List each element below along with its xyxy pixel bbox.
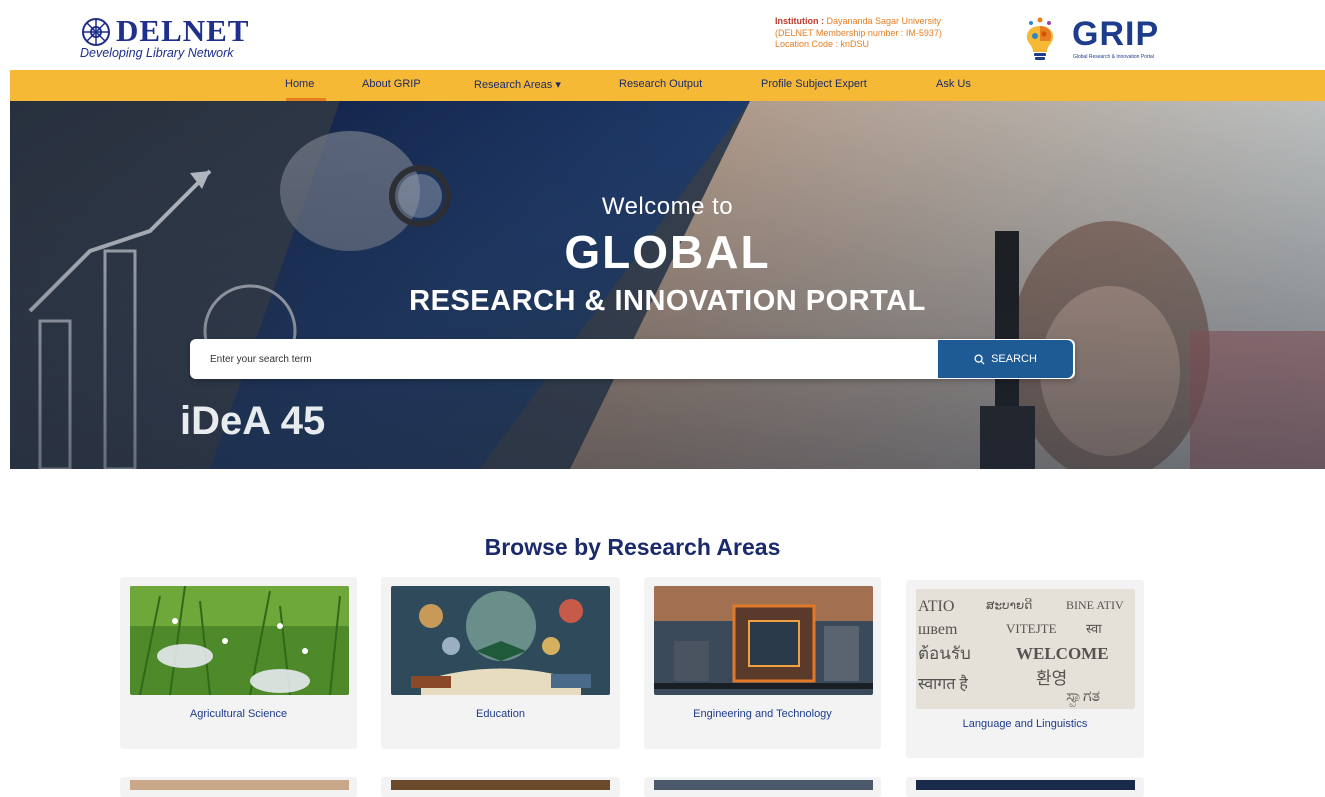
research-area-card-row2-3[interactable] (644, 777, 881, 797)
svg-text:स्वा: स्वा (1086, 621, 1102, 636)
svg-text:ສະບາຍດີ: ສະບາຍດີ (986, 598, 1032, 612)
card-label-engineering: Engineering and Technology (693, 708, 832, 720)
institution-info: Institution : Dayananda Sagar University… (775, 16, 1015, 51)
site-header: DELNET Developing Library Network Instit… (0, 0, 1325, 70)
agricultural-science-image (130, 586, 349, 695)
svg-text:환영: 환영 (1036, 669, 1067, 688)
engineering-technology-image (654, 586, 873, 695)
nav-about-grip[interactable]: About GRIP (362, 78, 421, 90)
delnet-emblem-icon (82, 18, 110, 46)
card-image-partial (916, 780, 1135, 790)
research-area-card-language[interactable]: ATIO ສະບາຍດີ BINE ATIV швem VITEJTE स्वा… (906, 580, 1144, 758)
card-image-partial (391, 780, 610, 790)
nav-home[interactable]: Home (285, 78, 314, 90)
research-area-card-education[interactable]: Education (381, 577, 620, 749)
svg-text:स्वागत है: स्वागत है (918, 674, 968, 693)
location-code: Location Code : knDSU (775, 39, 870, 49)
svg-text:BINE ATIV: BINE ATIV (1066, 598, 1124, 612)
card-image-partial (654, 780, 873, 790)
browse-section-title: Browse by Research Areas (484, 534, 781, 560)
hero-portal-heading: RESEARCH & INNOVATION PORTAL (409, 285, 926, 317)
search-bar: SEARCH (190, 339, 1075, 379)
membership-number: (DELNET Membership number : IM-5937) (775, 27, 942, 38)
svg-text:ATIO: ATIO (918, 598, 954, 615)
search-button-label: SEARCH (991, 353, 1037, 365)
card-image-partial (130, 780, 349, 790)
search-icon (974, 353, 985, 365)
hero-global-heading: GLOBAL (564, 226, 771, 278)
grip-title: GRIP (1072, 15, 1160, 53)
institution-name: Dayananda Sagar University (826, 16, 942, 26)
language-linguistics-image: ATIO ສະບາຍດີ BINE ATIV швem VITEJTE स्वा… (916, 589, 1135, 709)
grip-logo[interactable]: GRIP Global Research & Innovation Portal (1020, 10, 1220, 64)
lightbulb-icon (1026, 17, 1054, 60)
research-area-card-row2-4[interactable] (906, 777, 1144, 797)
svg-text:ต้อนรับ: ต้อนรับ (918, 644, 971, 663)
search-input[interactable] (190, 339, 938, 379)
svg-text:швem: швem (918, 621, 958, 638)
institution-line: Institution : Dayananda Sagar University (775, 16, 1015, 28)
research-area-card-row2-1[interactable] (120, 777, 357, 797)
search-button[interactable]: SEARCH (938, 340, 1073, 378)
hero-banner: iDeA 45 Welcome to GLOBAL RESEARCH & INN… (10, 101, 1325, 469)
nav-profile-subject-expert[interactable]: Profile Subject Expert (761, 78, 867, 90)
svg-text:ಸ್ವಾಗತ: ಸ್ವಾಗತ (1066, 688, 1100, 707)
main-nav: Home About GRIP Research Areas ▾ Researc… (10, 70, 1325, 101)
research-area-card-row2-2[interactable] (381, 777, 620, 797)
card-label-education: Education (476, 708, 525, 720)
institution-label: Institution : (775, 16, 827, 26)
research-area-card-agriculture[interactable]: Agricultural Science (120, 577, 357, 749)
grip-subtitle: Global Research & Innovation Portal (1073, 54, 1154, 60)
card-label-language: Language and Linguistics (962, 718, 1088, 730)
chalkboard-idea-text: iDeA 45 (180, 399, 326, 443)
research-area-card-engineering[interactable]: Engineering and Technology (644, 577, 881, 749)
nav-research-output[interactable]: Research Output (619, 78, 702, 90)
nav-ask-us[interactable]: Ask Us (936, 78, 971, 90)
logo-tagline: Developing Library Network (80, 46, 234, 60)
hero-welcome: Welcome to (601, 193, 734, 220)
svg-text:WELCOME: WELCOME (1016, 644, 1109, 663)
card-label-agriculture: Agricultural Science (189, 708, 288, 720)
svg-text:VITEJTE: VITEJTE (1006, 621, 1057, 636)
education-image (391, 586, 610, 695)
delnet-logo[interactable]: DELNET Developing Library Network (80, 14, 320, 62)
logo-title: DELNET (116, 13, 250, 48)
nav-research-areas[interactable]: Research Areas ▾ (474, 78, 561, 91)
